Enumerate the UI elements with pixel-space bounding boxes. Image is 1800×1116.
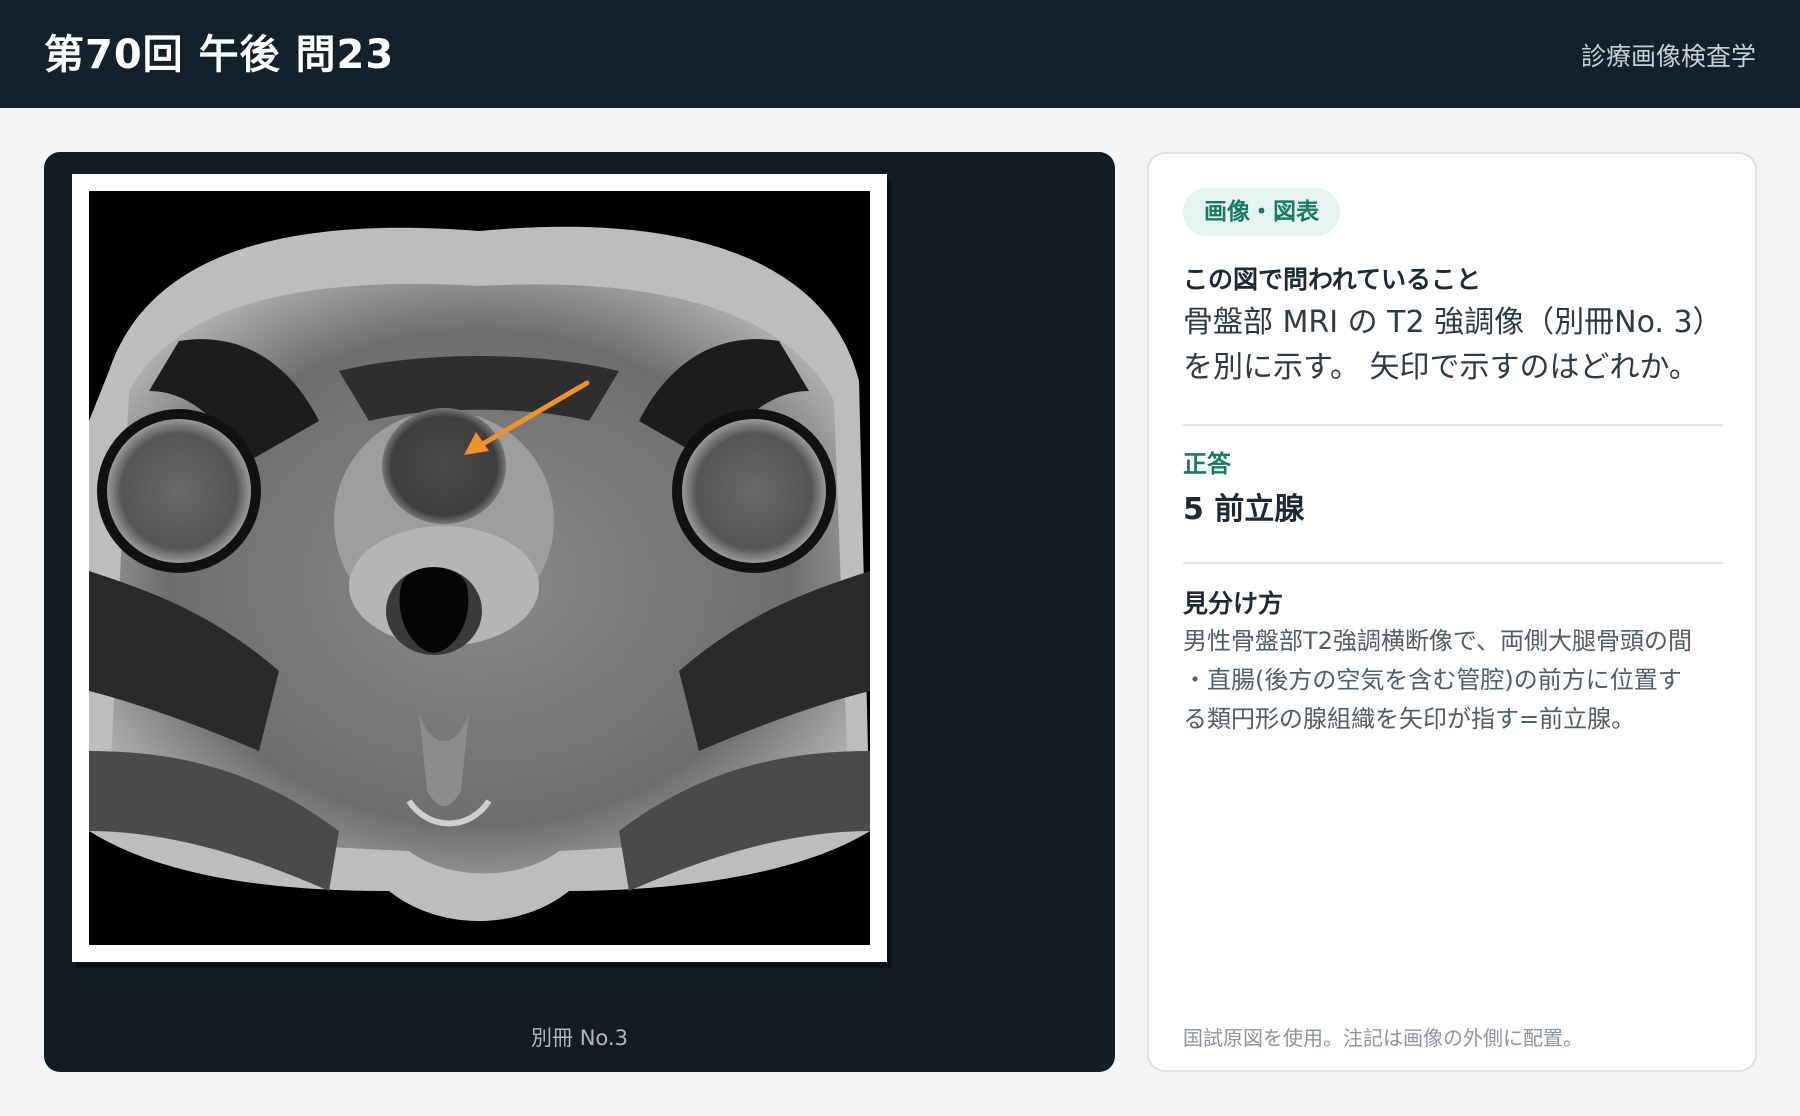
explanation-line: 男性骨盤部T2強調横断像で、両側大腿骨頭の間 [1183,627,1692,655]
mri-image [89,191,870,945]
image-viewer: 別冊 No.3 [44,152,1115,1072]
answer-text: 5 前立腺 [1183,492,1305,527]
question-line: を別に示す。 矢印で示すのはどれか。 [1183,350,1699,385]
divider [1183,424,1723,426]
explanation-heading: 見分け方 [1183,589,1284,618]
top-bar: 第70回 午後 問23 診療画像検査学 [0,0,1800,108]
question-line: 骨盤部 MRI の T2 強調像（別冊No. 3） [1183,305,1723,340]
explanation-line: る類円形の腺組織を矢印が指す=前立腺。 [1183,705,1636,733]
question-text: 骨盤部 MRI の T2 強調像（別冊No. 3） を別に示す。 矢印で示すのは… [1183,300,1723,390]
subject-label: 診療画像検査学 [1580,42,1756,71]
question-heading: この図で問われていること [1183,265,1482,294]
image-caption: 別冊 No.3 [531,1026,628,1050]
explanation-line: ・直腸(後方の空気を含む管腔)の前方に位置す [1183,666,1682,694]
answer-heading: 正答 [1183,450,1231,478]
mri-pelvis-axial-image [89,191,870,945]
info-card: 画像・図表 この図で問われていること 骨盤部 MRI の T2 強調像（別冊No… [1147,152,1757,1072]
image-frame [72,174,887,962]
divider [1183,562,1723,564]
footnote: 国試原図を使用。注記は画像の外側に配置。 [1183,1026,1583,1050]
category-badge: 画像・図表 [1183,188,1340,236]
page-title: 第70回 午後 問23 [44,32,395,78]
explanation-text: 男性骨盤部T2強調横断像で、両側大腿骨頭の間 ・直腸(後方の空気を含む管腔)の前… [1183,622,1723,739]
